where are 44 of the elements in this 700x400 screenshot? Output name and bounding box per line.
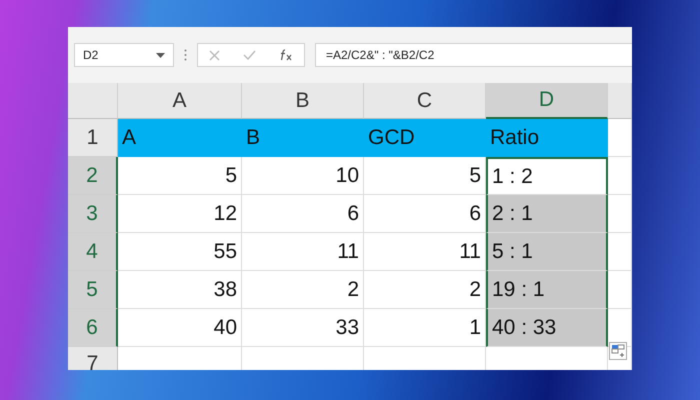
row-header[interactable]: 7 <box>68 347 118 370</box>
row-header[interactable]: 1 <box>68 119 118 157</box>
table-cell: 11 <box>242 233 364 271</box>
table-cell: 33 <box>242 309 364 347</box>
column-header[interactable]: D <box>486 83 608 119</box>
table-cell: 1 : 2 <box>486 157 608 195</box>
table-cell: 6 <box>242 195 364 233</box>
header-cell: B <box>242 119 364 157</box>
row-header[interactable]: 4 <box>68 233 118 271</box>
row-header[interactable]: 3 <box>68 195 118 233</box>
table-cell: 5 <box>118 157 242 195</box>
name-box[interactable]: D2 <box>74 43 174 67</box>
quick-analysis-icon[interactable] <box>609 342 627 360</box>
table-cell: 5 : 1 <box>486 233 608 271</box>
table-cell: 10 <box>242 157 364 195</box>
empty-cell <box>608 195 632 233</box>
table-cell: 12 <box>118 195 242 233</box>
header-cell: Ratio <box>486 119 608 157</box>
select-all-button[interactable] <box>68 83 118 119</box>
empty-cell <box>608 271 632 309</box>
column-header[interactable]: B <box>242 83 364 119</box>
table-cell: 2 <box>242 271 364 309</box>
table-cell: 2 : 1 <box>486 195 608 233</box>
table-cell: 19 : 1 <box>486 271 608 309</box>
column-header[interactable] <box>608 83 632 119</box>
row-header[interactable]: 6 <box>68 309 118 347</box>
column-header[interactable]: A <box>118 83 242 119</box>
caret-icon <box>156 52 165 58</box>
table-cell: 55 <box>118 233 242 271</box>
empty-cell <box>608 157 632 195</box>
cancel-icon[interactable] <box>209 50 220 60</box>
row-header[interactable]: 2 <box>68 157 118 195</box>
table-cell: 38 <box>118 271 242 309</box>
formula-field[interactable]: =A2/C2&" : "&B2/C2 <box>315 43 632 67</box>
table-cell: 40 <box>118 309 242 347</box>
function-icon[interactable] <box>278 49 293 61</box>
table-cell: 40 : 33 <box>486 309 608 347</box>
column-header[interactable]: C <box>364 83 486 119</box>
more-icon[interactable] <box>184 49 187 61</box>
empty-cell <box>608 233 632 271</box>
header-cell: GCD <box>364 119 486 157</box>
check-icon[interactable] <box>242 50 256 60</box>
header-cell: A <box>118 119 242 157</box>
row-header[interactable]: 5 <box>68 271 118 309</box>
